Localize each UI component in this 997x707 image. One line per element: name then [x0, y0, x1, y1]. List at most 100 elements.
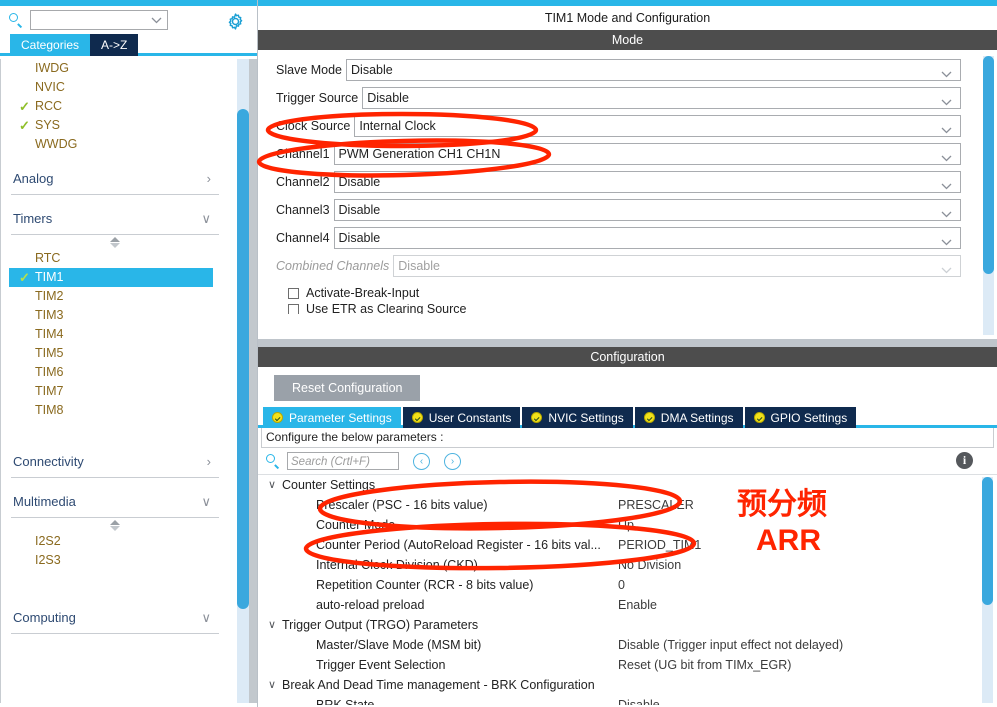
group-header-multimedia[interactable]: Multimedia ∨ — [11, 486, 219, 518]
tree-item-tim7[interactable]: TIM7 — [1, 382, 229, 401]
param-name: Counter Period (AutoReload Register - 16… — [316, 538, 601, 552]
check-circle-icon — [753, 412, 765, 423]
tree-item-label: TIM5 — [35, 346, 64, 360]
checkbox-use-etr-as-clearing-source[interactable]: Use ETR as Clearing Source — [258, 304, 979, 314]
param-row-auto-reload-preload[interactable]: auto-reload preload Enable — [258, 595, 977, 615]
scrollbar-thumb[interactable] — [237, 109, 249, 609]
reset-configuration-button[interactable]: Reset Configuration — [274, 375, 421, 401]
param-value[interactable]: PRESCALER — [618, 495, 694, 515]
group-label: Timers — [13, 211, 53, 226]
param-value[interactable]: Up — [618, 515, 634, 535]
slave-mode-select[interactable]: Disable — [346, 59, 961, 81]
tab-nvic-settings[interactable]: NVIC Settings — [522, 407, 633, 428]
param-name: Internal Clock Division (CKD) — [316, 558, 478, 572]
info-icon[interactable]: i — [956, 452, 973, 469]
tab-dma-settings[interactable]: DMA Settings — [634, 407, 743, 428]
param-row-prescaler[interactable]: Prescaler (PSC - 16 bits value) PRESCALE… — [258, 495, 977, 515]
component-search-combo[interactable] — [30, 10, 168, 30]
checkbox-icon[interactable] — [288, 287, 299, 299]
check-icon: ✓ — [19, 270, 30, 285]
param-row-counter-mode[interactable]: Counter Mode Up — [258, 515, 977, 535]
tree-item-iwdg[interactable]: IWDG — [1, 59, 229, 78]
timers-scroll-spinner[interactable] — [1, 235, 229, 249]
tree-item-label: TIM6 — [35, 365, 64, 379]
clock-source-select[interactable]: Internal Clock — [354, 115, 961, 137]
param-group-trigger-output[interactable]: ∨ Trigger Output (TRGO) Parameters — [258, 615, 977, 635]
row-channel3: Channel3 Disable — [258, 198, 979, 222]
param-row-internal-clock-division[interactable]: Internal Clock Division (CKD) No Divisio… — [258, 555, 977, 575]
group-header-analog[interactable]: Analog › — [11, 163, 219, 195]
gear-icon[interactable] — [226, 12, 245, 31]
checkbox-activate-break-input[interactable]: Activate-Break-Input — [258, 282, 979, 304]
parameter-list-scrollbar[interactable] — [982, 477, 993, 703]
group-header-computing[interactable]: Computing ∨ — [11, 602, 219, 634]
tree-item-label: TIM1 — [35, 270, 64, 284]
tree-item-tim6[interactable]: TIM6 — [1, 363, 229, 382]
param-value[interactable]: PERIOD_TIM1 — [618, 535, 701, 555]
tree-item-i2s3[interactable]: I2S3 — [1, 551, 229, 570]
tree-item-i2s2[interactable]: I2S2 — [1, 532, 229, 551]
tab-gpio-settings[interactable]: GPIO Settings — [744, 407, 857, 428]
category-tabs: Categories A->Z — [0, 34, 257, 56]
row-channel4: Channel4 Disable — [258, 226, 979, 250]
param-value[interactable]: Reset (UG bit from TIMx_EGR) — [618, 655, 791, 675]
tree-item-rtc[interactable]: RTC — [1, 249, 229, 268]
tree-item-label: TIM3 — [35, 308, 64, 322]
select-value: Disable — [367, 91, 409, 105]
param-value[interactable]: Disable — [618, 695, 660, 705]
trigger-source-select[interactable]: Disable — [362, 87, 961, 109]
tree-item-sys[interactable]: ✓ SYS — [1, 116, 229, 135]
tree-item-tim3[interactable]: TIM3 — [1, 306, 229, 325]
param-row-brk-state[interactable]: BRK State Disable — [258, 695, 977, 705]
param-row-repetition-counter[interactable]: Repetition Counter (RCR - 8 bits value) … — [258, 575, 977, 595]
param-value[interactable]: Enable — [618, 595, 657, 615]
scrollbar-thumb[interactable] — [983, 56, 994, 274]
tab-a-to-z[interactable]: A->Z — [90, 34, 139, 56]
tab-parameter-settings[interactable]: Parameter Settings — [263, 407, 401, 428]
select-value: PWM Generation CH1 CH1N — [338, 147, 501, 161]
component-search-row — [0, 6, 257, 34]
row-channel1: Channel1 PWM Generation CH1 CH1N — [258, 142, 979, 166]
param-name: Repetition Counter (RCR - 8 bits value) — [316, 578, 534, 592]
tab-user-constants[interactable]: User Constants — [402, 407, 521, 428]
component-tree-scroll-viewport: IWDG NVIC ✓ RCC ✓ SYS WWDG Analog › Time… — [1, 59, 229, 703]
param-name: Counter Mode — [316, 518, 396, 532]
param-value[interactable]: Disable (Trigger input effect not delaye… — [618, 635, 843, 655]
channel2-select[interactable]: Disable — [333, 171, 961, 193]
parameter-search-input[interactable]: Search (Crtl+F) — [287, 452, 399, 470]
chevron-down-icon — [941, 207, 952, 221]
channel4-select[interactable]: Disable — [333, 227, 961, 249]
param-group-break-and-dead-time[interactable]: ∨ Break And Dead Time management - BRK C… — [258, 675, 977, 695]
mode-scrollbar[interactable] — [983, 56, 994, 335]
tree-item-tim1[interactable]: ✓ TIM1 — [9, 268, 213, 287]
tree-item-tim8[interactable]: TIM8 — [1, 401, 229, 420]
chevron-down-icon — [151, 17, 162, 24]
group-label: Connectivity — [13, 454, 84, 469]
tab-categories[interactable]: Categories — [10, 34, 91, 56]
tree-item-tim5[interactable]: TIM5 — [1, 344, 229, 363]
param-group-counter-settings[interactable]: ∨ Counter Settings — [258, 475, 977, 495]
tree-item-wwdg[interactable]: WWDG — [1, 135, 229, 154]
checkbox-label: Activate-Break-Input — [306, 286, 420, 300]
previous-match-button[interactable]: ‹ — [413, 452, 430, 470]
param-row-counter-period[interactable]: Counter Period (AutoReload Register - 16… — [258, 535, 977, 555]
tree-item-nvic[interactable]: NVIC — [1, 78, 229, 97]
row-label: Channel2 — [276, 175, 330, 189]
param-row-trigger-event-selection[interactable]: Trigger Event Selection Reset (UG bit fr… — [258, 655, 977, 675]
next-match-button[interactable]: › — [444, 452, 461, 470]
param-value[interactable]: No Division — [618, 555, 681, 575]
multimedia-scroll-spinner[interactable] — [1, 518, 229, 532]
channel3-select[interactable]: Disable — [333, 199, 961, 221]
row-channel2: Channel2 Disable — [258, 170, 979, 194]
group-header-connectivity[interactable]: Connectivity › — [11, 446, 219, 478]
param-row-master-slave-mode[interactable]: Master/Slave Mode (MSM bit) Disable (Tri… — [258, 635, 977, 655]
checkbox-icon[interactable] — [288, 304, 299, 314]
channel1-select[interactable]: PWM Generation CH1 CH1N — [333, 143, 961, 165]
tree-item-tim4[interactable]: TIM4 — [1, 325, 229, 344]
component-tree-scrollbar[interactable] — [237, 59, 249, 703]
param-value[interactable]: 0 — [618, 575, 625, 595]
tree-item-tim2[interactable]: TIM2 — [1, 287, 229, 306]
tree-item-rcc[interactable]: ✓ RCC — [1, 97, 229, 116]
scrollbar-thumb[interactable] — [982, 477, 993, 605]
group-header-timers[interactable]: Timers ∨ — [11, 203, 219, 235]
